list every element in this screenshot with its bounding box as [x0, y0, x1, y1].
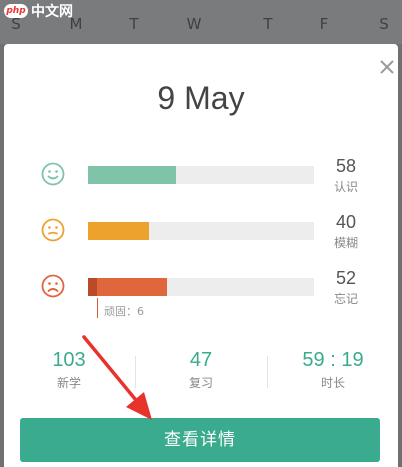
stat-row-known: 58 认识 — [4, 156, 398, 202]
weekday-label: T — [263, 15, 273, 33]
stubborn-label: 顽固：6 — [104, 305, 144, 318]
sad-face-icon — [41, 274, 65, 298]
stubborn-bar-fill — [88, 278, 98, 296]
forgotten-count: 52 — [335, 268, 357, 288]
annotation-arrow-icon — [82, 335, 152, 420]
watermark: php 中文网 — [4, 2, 73, 20]
date-title: 9 May — [157, 80, 245, 116]
progress-track — [88, 166, 314, 184]
neutral-face-icon — [41, 218, 65, 242]
stat-row-fuzzy: 40 模糊 — [4, 212, 398, 258]
fuzzy-count: 40 — [335, 212, 357, 232]
watermark-logo: php — [4, 4, 28, 18]
forgotten-label: 忘记 — [333, 292, 358, 306]
view-details-button[interactable]: 查看详情 — [20, 418, 380, 462]
duration-value: 59 : 19 — [302, 349, 364, 371]
weekday-label: S — [379, 15, 389, 33]
summary-row: 103 新学 47 复习 59 : 19 时长 — [4, 348, 398, 398]
stubborn-marker — [97, 298, 98, 318]
watermark-text: 中文网 — [31, 4, 73, 20]
stat-row-forgotten: 52 忘记 — [4, 268, 398, 314]
known-count: 58 — [335, 156, 357, 176]
fuzzy-bar-fill — [88, 222, 150, 240]
duration-label: 时长 — [320, 376, 345, 390]
progress-track — [88, 222, 314, 240]
weekday-label: W — [186, 15, 202, 33]
weekday-label: F — [319, 15, 329, 33]
fuzzy-label: 模糊 — [333, 236, 358, 250]
happy-face-icon — [41, 162, 65, 186]
summary-duration: 59 : 19 时长 — [268, 348, 398, 391]
progress-track — [88, 278, 314, 296]
known-bar-fill — [88, 166, 177, 184]
weekday-label: T — [129, 15, 139, 33]
close-icon[interactable] — [378, 58, 396, 76]
daily-summary-dialog: 9 May 58 认识 40 模糊 52 忘记 顽固：6 103 新学 47 复… — [4, 44, 398, 467]
forgotten-bar-fill — [88, 278, 168, 296]
known-label: 认识 — [333, 180, 358, 194]
